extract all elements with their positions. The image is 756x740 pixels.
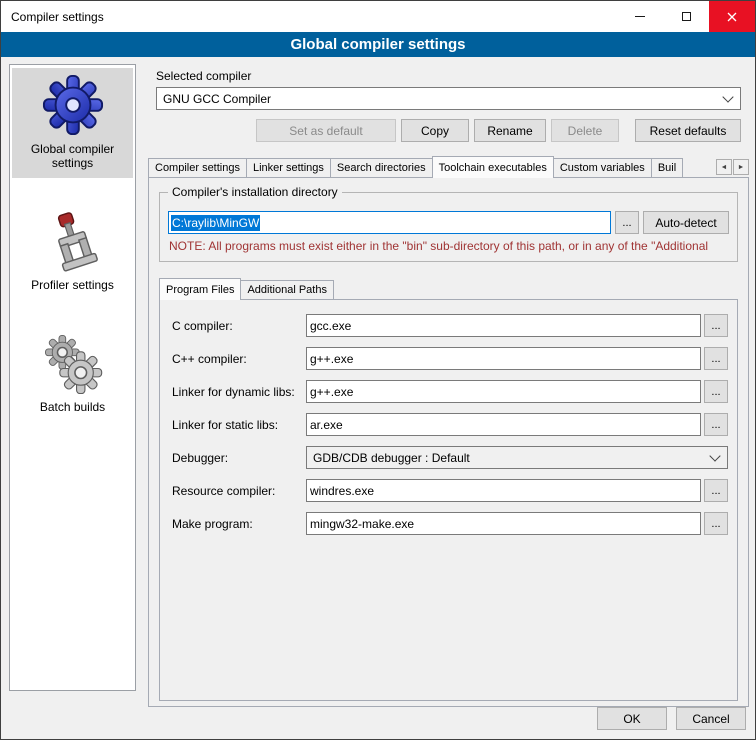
browse-button[interactable]: ... xyxy=(704,479,728,502)
browse-button[interactable]: ... xyxy=(704,314,728,337)
form-row-debugger: Debugger: GDB/CDB debugger : Default xyxy=(172,446,728,469)
installation-directory-group: Compiler's installation directory C:\ray… xyxy=(159,192,738,262)
sidebar-item-global-compiler-settings[interactable]: Global compiler settings xyxy=(12,68,133,178)
sidebar-item-label: Profiler settings xyxy=(31,278,114,292)
compiler-actions: Set as default Copy Rename Delete Reset … xyxy=(156,119,741,142)
window-title: Compiler settings xyxy=(1,1,617,32)
installation-directory-row: C:\raylib\MinGW ... Auto-detect xyxy=(168,211,729,234)
browse-button[interactable]: ... xyxy=(704,347,728,370)
resource-compiler-input[interactable] xyxy=(306,479,701,502)
ok-button[interactable]: OK xyxy=(597,707,667,730)
tab-toolchain-executables[interactable]: Toolchain executables xyxy=(432,156,554,178)
profiler-tool-icon xyxy=(42,210,104,272)
c-compiler-label: C compiler: xyxy=(172,319,306,333)
form-row-resource-compiler: Resource compiler: ... xyxy=(172,479,728,502)
linker-dynamic-label: Linker for dynamic libs: xyxy=(172,385,306,399)
minimize-icon xyxy=(635,16,645,17)
selected-compiler-label: Selected compiler xyxy=(156,69,749,83)
tab-scroll-right-button[interactable]: ► xyxy=(733,159,749,175)
tab-compiler-settings[interactable]: Compiler settings xyxy=(148,158,247,177)
linker-static-label: Linker for static libs: xyxy=(172,418,306,432)
group-title: Compiler's installation directory xyxy=(168,185,342,199)
browse-button[interactable]: ... xyxy=(704,413,728,436)
tab-build-truncated[interactable]: Buil xyxy=(651,158,683,177)
cpp-compiler-input[interactable] xyxy=(306,347,701,370)
sidebar-item-label: Batch builds xyxy=(40,400,105,414)
maximize-button[interactable] xyxy=(663,1,709,32)
form-row-linker-static: Linker for static libs: ... xyxy=(172,413,728,436)
install-dir-input[interactable]: C:\raylib\MinGW xyxy=(168,211,611,234)
sidebar-item-batch-builds[interactable]: Batch builds xyxy=(12,326,133,422)
program-files-panel: C compiler: ... C++ compiler: ... Linker… xyxy=(159,299,738,701)
auto-detect-button[interactable]: Auto-detect xyxy=(643,211,729,234)
tab-search-directories[interactable]: Search directories xyxy=(330,158,433,177)
selected-compiler-select[interactable]: GNU GCC Compiler xyxy=(156,87,741,110)
selected-compiler-value: GNU GCC Compiler xyxy=(163,92,718,106)
close-button[interactable] xyxy=(709,1,755,32)
settings-category-list: Global compiler settings Profiler settin… xyxy=(9,64,136,691)
form-row-cpp-compiler: C++ compiler: ... xyxy=(172,347,728,370)
close-icon xyxy=(727,12,737,22)
gear-icon xyxy=(42,74,104,136)
debugger-label: Debugger: xyxy=(172,451,306,465)
cpp-compiler-label: C++ compiler: xyxy=(172,352,306,366)
sidebar-item-profiler-settings[interactable]: Profiler settings xyxy=(12,204,133,300)
page-title: Global compiler settings xyxy=(1,32,755,57)
minimize-button[interactable] xyxy=(617,1,663,32)
main-area: Selected compiler GNU GCC Compiler Set a… xyxy=(146,61,749,707)
form-row-make-program: Make program: ... xyxy=(172,512,728,535)
browse-button[interactable]: ... xyxy=(704,380,728,403)
tab-scroll-arrows: ◄ ► xyxy=(716,159,749,175)
browse-button[interactable]: ... xyxy=(704,512,728,535)
chevron-down-icon xyxy=(709,450,720,461)
tab-custom-variables[interactable]: Custom variables xyxy=(553,158,652,177)
tab-program-files[interactable]: Program Files xyxy=(159,278,241,300)
make-program-label: Make program: xyxy=(172,517,306,531)
form-row-linker-dynamic: Linker for dynamic libs: ... xyxy=(172,380,728,403)
resource-compiler-label: Resource compiler: xyxy=(172,484,306,498)
toolchain-executables-panel: Compiler's installation directory C:\ray… xyxy=(148,177,749,707)
tab-linker-settings[interactable]: Linker settings xyxy=(246,158,331,177)
dialog-footer: OK Cancel xyxy=(597,707,746,730)
gears-stack-icon xyxy=(42,332,104,394)
form-row-c-compiler: C compiler: ... xyxy=(172,314,728,337)
tab-additional-paths[interactable]: Additional Paths xyxy=(240,280,334,299)
install-dir-browse-button[interactable]: ... xyxy=(615,211,639,234)
debugger-select[interactable]: GDB/CDB debugger : Default xyxy=(306,446,728,469)
copy-button[interactable]: Copy xyxy=(401,119,469,142)
compiler-settings-tabs: Compiler settings Linker settings Search… xyxy=(148,156,749,177)
reset-defaults-button[interactable]: Reset defaults xyxy=(635,119,741,142)
bin-subdirectory-note: NOTE: All programs must exist either in … xyxy=(169,239,729,253)
install-dir-selected-text: C:\raylib\MinGW xyxy=(171,215,260,231)
debugger-value: GDB/CDB debugger : Default xyxy=(313,451,705,465)
set-as-default-button[interactable]: Set as default xyxy=(256,119,396,142)
program-files-tabs: Program Files Additional Paths xyxy=(159,278,740,299)
sidebar-item-label: Global compiler settings xyxy=(14,142,131,170)
rename-button[interactable]: Rename xyxy=(474,119,546,142)
tab-scroll-left-button[interactable]: ◄ xyxy=(716,159,732,175)
make-program-input[interactable] xyxy=(306,512,701,535)
linker-static-input[interactable] xyxy=(306,413,701,436)
compiler-settings-dialog: Compiler settings Global compiler settin… xyxy=(0,0,756,740)
maximize-icon xyxy=(682,12,691,21)
linker-dynamic-input[interactable] xyxy=(306,380,701,403)
spacer xyxy=(156,119,251,142)
titlebar: Compiler settings xyxy=(1,1,755,32)
c-compiler-input[interactable] xyxy=(306,314,701,337)
delete-button[interactable]: Delete xyxy=(551,119,619,142)
cancel-button[interactable]: Cancel xyxy=(676,707,746,730)
chevron-down-icon xyxy=(722,91,733,102)
